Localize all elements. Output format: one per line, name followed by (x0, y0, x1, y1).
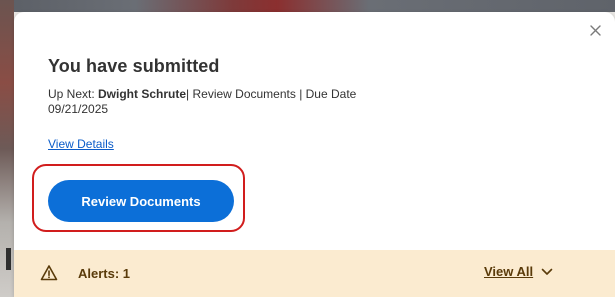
view-all-alerts-button[interactable]: View All (484, 264, 553, 279)
alerts-bar: Alerts: 1 View All (14, 250, 615, 297)
background-scroll-mark (6, 248, 11, 270)
warning-triangle-icon (40, 265, 58, 281)
dialog-title: You have submitted (48, 56, 220, 76)
up-next-info: Up Next: Dwight Schrute| Review Document… (48, 87, 468, 117)
review-documents-button[interactable]: Review Documents (48, 180, 234, 222)
background-page-header (0, 0, 615, 12)
chevron-down-icon[interactable] (541, 268, 553, 276)
up-next-details: | Review Documents | Due Date (186, 87, 357, 101)
submission-confirmation-dialog: You have submitted Up Next: Dwight Schru… (14, 12, 615, 297)
up-next-assignee: Dwight Schrute (98, 87, 187, 101)
view-details-link[interactable]: View Details (48, 137, 114, 151)
due-date: 09/21/2025 (48, 102, 109, 116)
alerts-count-label: Alerts: 1 (78, 266, 131, 281)
up-next-prefix: Up Next: (48, 87, 99, 101)
close-icon (589, 24, 601, 36)
view-all-label[interactable]: View All (484, 264, 533, 279)
close-button[interactable] (587, 22, 603, 38)
